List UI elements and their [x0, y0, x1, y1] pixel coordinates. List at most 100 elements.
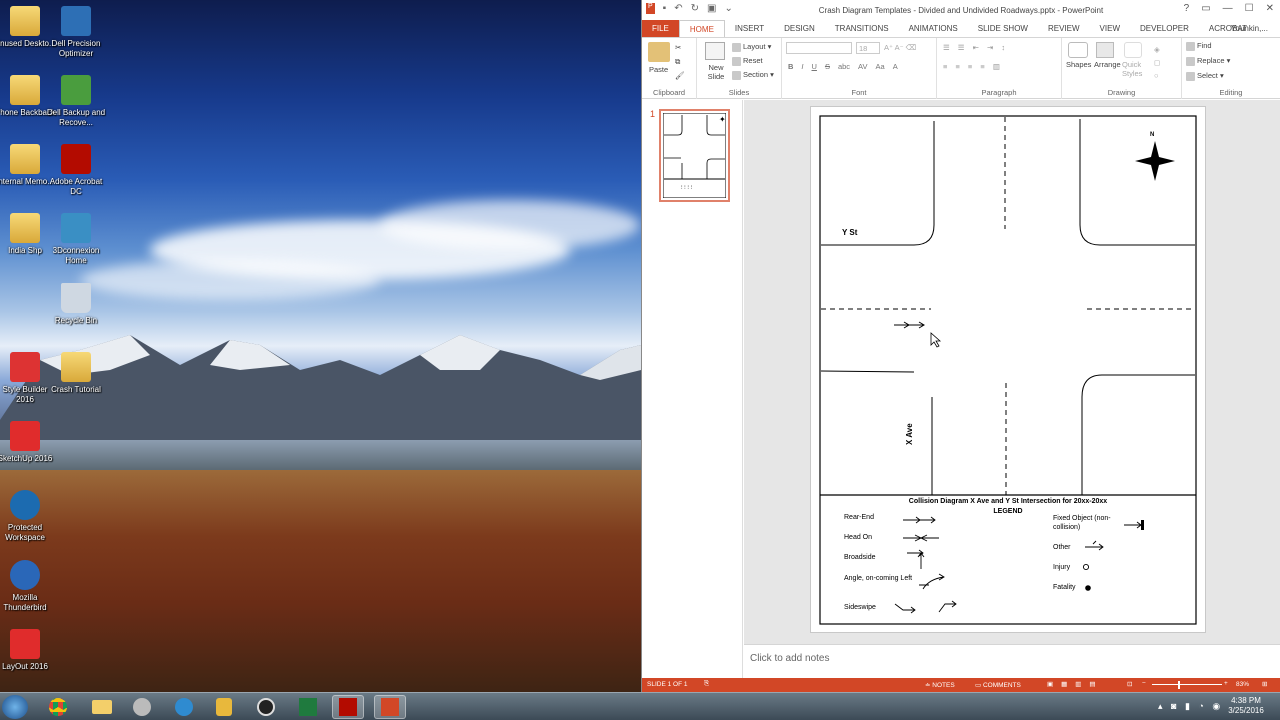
user-name[interactable]: Younkin,...	[1231, 20, 1268, 37]
desktop-icon-label: Recycle Bin	[54, 316, 98, 325]
format-painter-icon[interactable]: 🖌	[675, 71, 685, 80]
zoom-out-icon[interactable]: −	[1142, 680, 1146, 687]
ribbon-display-icon[interactable]: ▭	[1201, 3, 1210, 14]
minimize-icon[interactable]: —	[1223, 3, 1233, 14]
layout-button[interactable]: Layout ▾	[732, 42, 771, 52]
desktop-icon[interactable]: SketchUp 2016	[0, 421, 57, 464]
slides-group-label: Slides	[728, 88, 750, 97]
dell-backup-icon	[61, 75, 91, 105]
acrobat-icon[interactable]	[332, 695, 364, 719]
help-icon[interactable]: ?	[1184, 3, 1190, 14]
fit-slide-icon[interactable]: ⊞	[1262, 680, 1267, 688]
tab-design[interactable]: DESIGN	[774, 20, 825, 37]
legend-title: Collision Diagram X Ave and Y St Interse…	[908, 498, 1108, 505]
section-button[interactable]: Section ▾	[732, 70, 774, 80]
maximize-icon[interactable]: ☐	[1245, 3, 1254, 14]
zoom-slider-thumb[interactable]	[1178, 681, 1180, 689]
chrome-canary-icon[interactable]	[126, 695, 158, 719]
zoom-slider[interactable]	[1152, 684, 1222, 685]
notes-pane[interactable]: Click to add notes	[744, 644, 1280, 678]
cut-icon[interactable]: ✂	[675, 43, 681, 52]
obs-icon[interactable]	[250, 695, 282, 719]
shapes-icon[interactable]	[1068, 42, 1088, 58]
font-size-dropdown[interactable]: 18	[856, 42, 880, 54]
folder-icon	[10, 213, 40, 243]
replace-button[interactable]: Replace ▾	[1186, 56, 1230, 66]
lake	[0, 440, 641, 470]
title-bar: P ▪ ↶ ↻ ▣ ⌄ Crash Diagram Templates - Di…	[642, 0, 1280, 20]
clock-time: 4:38 PM	[1231, 696, 1261, 705]
find-icon	[1186, 41, 1195, 51]
desktop-icon[interactable]: Dell Backup and Recove...	[44, 75, 108, 128]
start-icon[interactable]	[2, 695, 28, 719]
explorer-icon[interactable]	[86, 695, 118, 719]
chrome-icon[interactable]	[42, 695, 74, 719]
clock[interactable]: 4:38 PM 3/25/2016	[1224, 696, 1268, 716]
grow-font-icon[interactable]: A⁺ A⁻ ⌫	[884, 43, 916, 52]
tab-animations[interactable]: ANIMATIONS	[899, 20, 968, 37]
legend-other: Other	[1053, 544, 1071, 551]
copy-icon[interactable]: ⧉	[675, 57, 680, 67]
spacing-button[interactable]: AV	[858, 62, 867, 71]
desktop-icon[interactable]: Mozilla Thunderbird	[0, 560, 57, 613]
paste-button[interactable]: Paste	[649, 65, 668, 74]
italic-button[interactable]: I	[801, 62, 803, 71]
fit-window-icon[interactable]: ⊡	[1127, 680, 1132, 688]
desktop-icon[interactable]: 3Dconnexion Home	[44, 213, 108, 266]
strikethrough-button[interactable]: S	[825, 62, 830, 71]
tab-developer[interactable]: DEVELOPER	[1130, 20, 1199, 37]
arrange-button[interactable]: Arrange	[1094, 60, 1121, 69]
shapes-button[interactable]: Shapes	[1066, 60, 1091, 69]
close-icon[interactable]: ✕	[1266, 3, 1274, 14]
select-button[interactable]: Select ▾	[1186, 71, 1224, 81]
desktop-icon[interactable]: Protected Workspace	[0, 490, 57, 543]
desktop-icon[interactable]: Dell Precision Optimizer	[44, 6, 108, 59]
new-slide-button[interactable]: New Slide	[704, 63, 728, 81]
bold-button[interactable]: B	[788, 62, 793, 71]
notes-button[interactable]: ≐ NOTES	[925, 681, 955, 689]
font-color-button[interactable]: A	[893, 62, 898, 71]
slide[interactable]: N Y St X Ave Collision Diagram X Ave and…	[810, 106, 1206, 633]
shape-format-icons[interactable]: ◈ ◻ ○	[1154, 43, 1160, 82]
shadow-button[interactable]: abc	[838, 62, 850, 71]
zoom-level[interactable]: 83%	[1236, 681, 1249, 688]
desktop-icon[interactable]: Recycle Bin	[44, 283, 108, 326]
tab-review[interactable]: REVIEW	[1038, 20, 1090, 37]
font-group: 18 A⁺ A⁻ ⌫ B I U S abc AV Aa A Font	[782, 38, 937, 99]
tab-transitions[interactable]: TRANSITIONS	[825, 20, 899, 37]
find-label: Find	[1197, 41, 1212, 50]
system-tray-icons[interactable]: ▴ ◙ ▮ ◔ ◉	[1158, 701, 1223, 712]
paste-icon[interactable]	[648, 42, 670, 62]
tab-view[interactable]: VIEW	[1090, 20, 1130, 37]
sideswipe-symbol	[894, 600, 957, 614]
tab-file[interactable]: FILE	[642, 20, 679, 37]
new-slide-icon[interactable]	[705, 42, 725, 60]
reset-button[interactable]: Reset	[732, 56, 763, 66]
list-icons[interactable]: ☰ ☰ ⇤ ⇥ ↕	[943, 43, 1008, 52]
media-player-icon[interactable]	[208, 695, 240, 719]
desktop-icon[interactable]: Adobe Acrobat DC	[44, 144, 108, 197]
tab-home[interactable]: HOME	[678, 20, 725, 37]
tab-insert[interactable]: INSERT	[725, 20, 774, 37]
find-button[interactable]: Find	[1186, 41, 1212, 51]
powerpoint-icon[interactable]	[374, 695, 406, 719]
spellcheck-icon[interactable]: ⎘	[704, 680, 709, 688]
comments-button[interactable]: ▭ COMMENTS	[975, 681, 1021, 689]
slide-thumbnail[interactable]: ✦ ⁝ ⁝ ⁝ ⁝	[659, 109, 730, 202]
tab-slide-show[interactable]: SLIDE SHOW	[968, 20, 1038, 37]
excel-icon[interactable]	[292, 695, 324, 719]
zoom-in-icon[interactable]: +	[1224, 680, 1228, 687]
view-buttons[interactable]: ▣▦▥▤	[1047, 680, 1104, 688]
quick-styles-icon[interactable]	[1124, 42, 1142, 58]
arrange-icon[interactable]	[1096, 42, 1114, 58]
desktop-icon[interactable]: LayOut 2016	[0, 629, 57, 672]
curb-se	[1081, 374, 1195, 495]
font-name-dropdown[interactable]	[786, 42, 852, 54]
cloud	[380, 200, 640, 250]
quick-styles-button[interactable]: Quick Styles	[1122, 60, 1148, 78]
change-case-button[interactable]: Aa	[876, 62, 885, 71]
align-icons[interactable]: ≡ ≡ ≡ ≡ ▥	[943, 62, 1003, 71]
desktop-icon[interactable]: Crash Tutorial	[44, 352, 108, 395]
maps-icon[interactable]	[168, 695, 200, 719]
underline-button[interactable]: U	[812, 62, 817, 71]
